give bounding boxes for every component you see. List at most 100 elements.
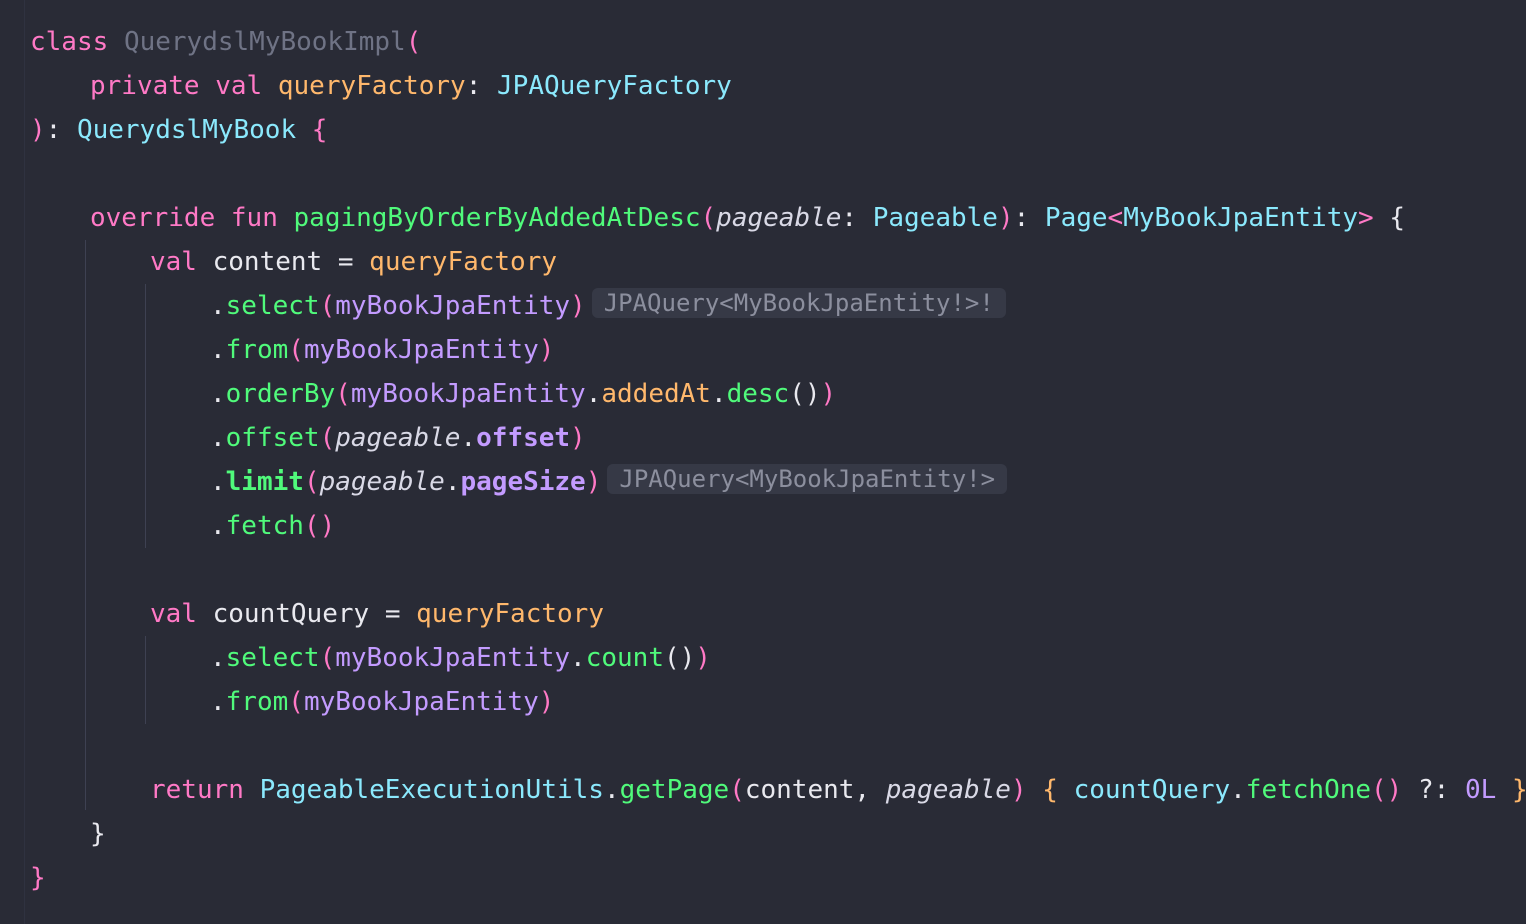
paren: (	[319, 423, 336, 453]
colon: :	[45, 115, 77, 145]
type-pageableexecutionutils: PageableExecutionUtils	[259, 775, 604, 805]
paren: (	[405, 27, 422, 57]
function-name: pagingByOrderByAddedAtDesc	[293, 203, 701, 233]
function-limit: limit	[225, 467, 304, 497]
colon: :	[465, 71, 498, 101]
paren: (	[729, 775, 745, 805]
dot: .	[460, 423, 477, 453]
paren: )	[570, 423, 586, 453]
param-pageable: pageable	[335, 423, 461, 453]
code-line-9: .orderBy(myBookJpaEntity.addedAt.desc())	[210, 372, 836, 416]
dot: .	[444, 467, 461, 497]
keyword-val: val	[215, 71, 263, 101]
ref-pagesize: pageSize	[460, 467, 586, 497]
paren: (	[288, 335, 304, 365]
paren: )	[1010, 775, 1027, 805]
param-pageable: pageable	[319, 467, 445, 497]
function-desc: desc	[726, 379, 790, 409]
dot: .	[210, 423, 226, 453]
dot: .	[210, 335, 226, 365]
keyword-return: return	[150, 775, 244, 805]
editor-gutter-border	[24, 0, 25, 924]
code-line-6: val content = queryFactory	[150, 240, 557, 284]
ref-mybookjpaentity: myBookJpaEntity	[335, 643, 571, 673]
paren: (	[319, 643, 336, 673]
paren: )	[585, 467, 602, 497]
keyword-override: override	[90, 203, 216, 233]
paren: )	[997, 203, 1014, 233]
indent-guide	[145, 636, 146, 724]
type-hint: JPAQuery<MyBookJpaEntity!>!	[591, 288, 1006, 318]
ref-mybookjpaentity: myBookJpaEntity	[303, 687, 539, 717]
code-line-10: .offset(pageable.offset)	[210, 416, 586, 460]
paren: )	[695, 643, 711, 673]
param-pageable: pageable	[885, 775, 1011, 805]
variable-countquery: countQuery	[212, 599, 370, 629]
code-line-1: class QuerydslMyBookImpl(	[30, 20, 421, 64]
dot: .	[710, 379, 727, 409]
variable-countquery: countQuery	[1073, 775, 1231, 805]
keyword-val: val	[150, 599, 197, 629]
keyword-class: class	[30, 27, 109, 57]
function-fetch: fetch	[225, 511, 304, 541]
function-fetchone: fetchOne	[1245, 775, 1372, 805]
type-pageable: Pageable	[872, 203, 998, 233]
variable-content: content	[744, 775, 855, 805]
ref-mybookjpaentity: myBookJpaEntity	[303, 335, 539, 365]
call-parens: ()	[663, 643, 696, 673]
code-line-15: .select(myBookJpaEntity.count())	[210, 636, 711, 680]
dot: .	[210, 467, 226, 497]
function-select: select	[225, 291, 320, 321]
paren: )	[538, 335, 555, 365]
class-name: QuerydslMyBookImpl	[123, 27, 406, 57]
code-line-5: override fun pagingByOrderByAddedAtDesc(…	[90, 196, 1405, 240]
function-getpage: getPage	[619, 775, 730, 805]
ref-mybookjpaentity: myBookJpaEntity	[335, 291, 571, 321]
indent-guide	[145, 284, 146, 548]
lambda-brace: }	[1512, 775, 1526, 805]
code-line-11: .limit(pageable.pageSize) JPAQuery<MyBook…	[210, 460, 1008, 504]
keyword-val: val	[150, 247, 197, 277]
equals: =	[322, 247, 370, 277]
dot: .	[210, 643, 226, 673]
code-line-2: private val queryFactory: JPAQueryFactor…	[90, 64, 732, 108]
dot: .	[210, 511, 226, 541]
lambda-brace: {	[1042, 775, 1058, 805]
code-line-12: .fetch()	[210, 504, 335, 548]
code-line-8: .from(myBookJpaEntity)	[210, 328, 554, 372]
property-queryfactory: queryFactory	[277, 71, 466, 101]
paren: )	[820, 379, 837, 409]
comma: ,	[854, 775, 886, 805]
property-queryfactory: queryFactory	[369, 247, 558, 277]
paren: )	[570, 291, 586, 321]
variable-content: content	[212, 247, 323, 277]
code-line-19: }	[90, 812, 106, 856]
colon: :	[1013, 203, 1045, 233]
indent-guide	[85, 240, 86, 810]
dot: .	[210, 687, 226, 717]
param-pageable: pageable	[716, 203, 842, 233]
paren: )	[538, 687, 555, 717]
brace: {	[311, 115, 328, 145]
code-line-20: }	[30, 856, 46, 900]
number-literal: 0L	[1464, 775, 1497, 805]
type-hint: JPAQuery<MyBookJpaEntity!>	[607, 464, 1008, 494]
property-queryfactory: queryFactory	[416, 599, 604, 629]
call-parens: ()	[1371, 775, 1403, 805]
brace: }	[90, 819, 106, 849]
type-querydslmybook: QuerydslMyBook	[76, 115, 297, 145]
code-editor[interactable]: class QuerydslMyBookImpl( private val qu…	[0, 0, 1526, 924]
dot: .	[210, 291, 226, 321]
function-from: from	[225, 335, 289, 365]
brace: }	[30, 863, 46, 893]
dot: .	[1230, 775, 1246, 805]
dot: .	[603, 775, 620, 805]
code-line-3: ): QuerydslMyBook {	[30, 108, 327, 152]
code-line-18: return PageableExecutionUtils.getPage(co…	[150, 768, 1526, 812]
dot: .	[585, 379, 602, 409]
function-select: select	[225, 643, 320, 673]
ref-offset: offset	[476, 423, 571, 453]
call-parens: ()	[303, 511, 336, 541]
type-page: Page	[1044, 203, 1108, 233]
angle: <	[1107, 203, 1124, 233]
